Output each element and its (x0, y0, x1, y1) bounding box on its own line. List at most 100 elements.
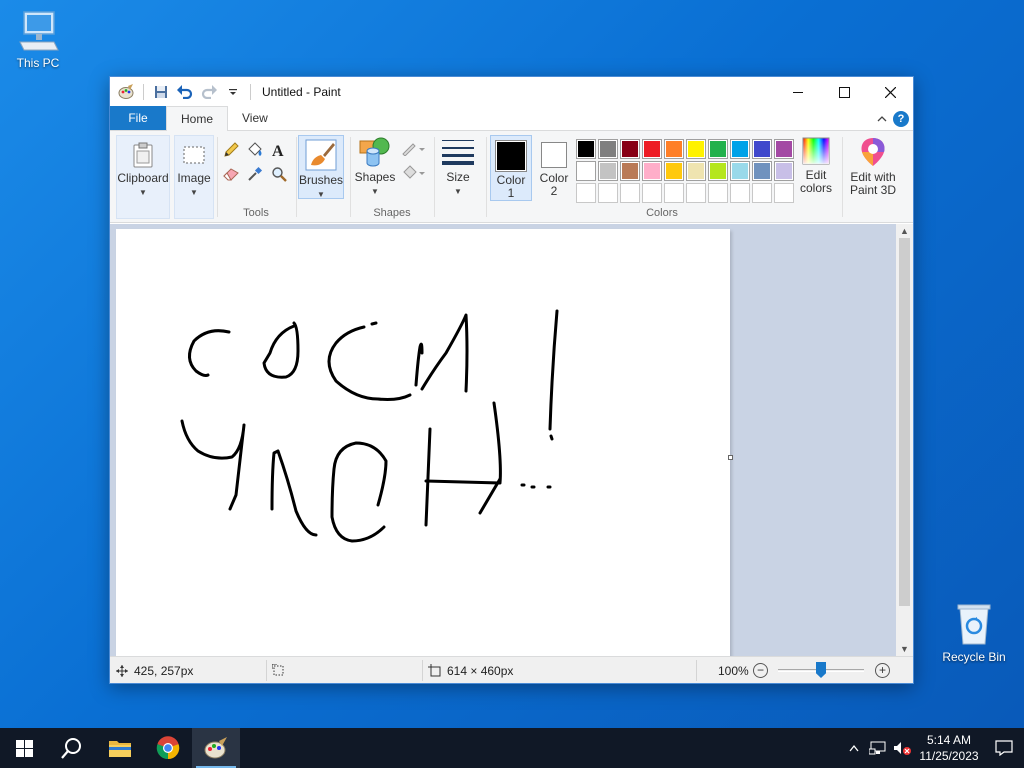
color1-button[interactable]: Color 1 (490, 135, 532, 201)
paint-app-icon[interactable] (116, 82, 136, 102)
palette-swatch[interactable] (774, 139, 794, 159)
eraser-icon[interactable] (220, 163, 242, 185)
palette-swatch[interactable] (664, 183, 684, 203)
volume-muted-icon[interactable] (890, 728, 914, 768)
palette-swatch[interactable] (708, 161, 728, 181)
redo-icon[interactable] (199, 82, 219, 102)
show-hidden-icons-icon[interactable] (842, 728, 866, 768)
palette-swatch[interactable] (620, 139, 640, 159)
zoom-out-button[interactable]: − (753, 663, 768, 678)
palette-swatch[interactable] (752, 183, 772, 203)
size-label: Size (446, 170, 470, 184)
palette-swatch[interactable] (774, 161, 794, 181)
start-button[interactable] (0, 728, 48, 768)
palette-swatch[interactable] (620, 183, 640, 203)
scroll-down-icon[interactable]: ▼ (896, 642, 913, 656)
palette-swatch[interactable] (642, 161, 662, 181)
brushes-button[interactable]: Brushes ▼ (298, 135, 344, 199)
palette-swatch[interactable] (598, 161, 618, 181)
color-picker-icon[interactable] (244, 163, 266, 185)
palette-swatch[interactable] (730, 161, 750, 181)
tab-home[interactable]: Home (166, 106, 229, 131)
system-tray: 5:14 AM 11/25/2023 (842, 728, 1024, 768)
image-label: Image (177, 171, 211, 185)
selection-size (272, 657, 285, 684)
palette-swatch[interactable] (642, 183, 662, 203)
scroll-thumb[interactable] (899, 238, 910, 606)
edit-with-paint3d-button[interactable]: Edit with Paint 3D (846, 135, 900, 197)
pencil-icon[interactable] (220, 139, 242, 161)
network-icon[interactable] (866, 728, 890, 768)
scroll-up-icon[interactable]: ▲ (896, 224, 913, 238)
help-icon[interactable]: ? (893, 111, 909, 127)
cursor-position: 425, 257px (116, 657, 193, 684)
close-button[interactable] (867, 77, 913, 107)
fill-bucket-icon[interactable] (244, 139, 266, 161)
chrome-button[interactable] (144, 728, 192, 768)
palette-swatch[interactable] (576, 161, 596, 181)
palette-swatch[interactable] (642, 139, 662, 159)
zoom-in-button[interactable]: + (875, 663, 890, 678)
minimize-button[interactable] (775, 77, 821, 107)
palette-swatch[interactable] (620, 161, 640, 181)
collapse-ribbon-icon[interactable] (877, 112, 887, 126)
drawing-canvas[interactable] (116, 229, 733, 656)
palette-swatch[interactable] (576, 183, 596, 203)
taskbar-clock[interactable]: 5:14 AM 11/25/2023 (914, 732, 984, 764)
edit-colors-line1: Edit (805, 168, 827, 182)
palette-swatch[interactable] (730, 183, 750, 203)
tab-view[interactable]: View (228, 106, 282, 130)
title-bar[interactable]: Untitled - Paint (110, 77, 913, 107)
color-wheel-icon (800, 135, 832, 167)
palette-swatch[interactable] (708, 139, 728, 159)
palette-swatch[interactable] (576, 139, 596, 159)
paint-taskbar-button[interactable] (192, 728, 240, 768)
svg-text:A: A (272, 143, 284, 158)
search-button[interactable] (48, 728, 96, 768)
file-explorer-button[interactable] (96, 728, 144, 768)
cursor-position-icon (116, 664, 128, 677)
outline-icon[interactable] (399, 137, 427, 159)
magnifier-icon[interactable] (268, 163, 290, 185)
palette-swatch[interactable] (598, 139, 618, 159)
tab-file[interactable]: File (110, 106, 166, 130)
color-palette (576, 135, 800, 203)
color2-button[interactable]: Color 2 (534, 135, 574, 201)
vertical-scrollbar[interactable]: ▲ ▼ (896, 224, 913, 656)
palette-swatch[interactable] (774, 183, 794, 203)
color1-label-line1: Color (496, 173, 526, 187)
palette-swatch[interactable] (598, 183, 618, 203)
palette-swatch[interactable] (686, 139, 706, 159)
save-icon[interactable] (151, 82, 171, 102)
zoom-slider-thumb[interactable] (816, 662, 826, 678)
palette-swatch[interactable] (664, 139, 684, 159)
text-icon[interactable]: A (268, 139, 290, 161)
undo-icon[interactable] (175, 82, 195, 102)
size-button[interactable]: Size ▼ (438, 135, 478, 198)
palette-swatch[interactable] (752, 161, 772, 181)
palette-swatch[interactable] (752, 139, 772, 159)
palette-swatch[interactable] (686, 183, 706, 203)
search-icon (61, 738, 81, 759)
palette-swatch[interactable] (730, 139, 750, 159)
tools-group-label: Tools (243, 207, 269, 219)
clipboard-button[interactable]: Clipboard ▼ (116, 135, 170, 219)
ribbon-tabs: File Home View ? (110, 106, 913, 131)
image-button[interactable]: Image ▼ (174, 135, 214, 219)
shapes-group: Shapes ▼ Shapes (351, 135, 433, 219)
notifications-icon[interactable] (984, 728, 1024, 768)
ribbon-home: Clipboard ▼ Image ▼ A Tools Brushes ▼ Sh… (110, 131, 913, 223)
shapes-button[interactable]: Shapes ▼ (353, 135, 397, 198)
palette-swatch[interactable] (664, 161, 684, 181)
zoom-level: 100% (718, 657, 749, 684)
maximize-button[interactable] (821, 77, 867, 107)
customize-toolbar-icon[interactable] (223, 82, 243, 102)
palette-swatch[interactable] (686, 161, 706, 181)
edit-colors-button[interactable]: Edit colors (796, 135, 836, 195)
recycle-bin-desktop-icon[interactable]: Recycle Bin (936, 600, 1012, 664)
canvas-workspace[interactable] (110, 224, 898, 656)
palette-swatch[interactable] (708, 183, 728, 203)
this-pc-desktop-icon[interactable]: This PC (0, 8, 76, 70)
fill-icon[interactable] (399, 161, 427, 183)
resize-handle-right[interactable] (728, 455, 733, 460)
